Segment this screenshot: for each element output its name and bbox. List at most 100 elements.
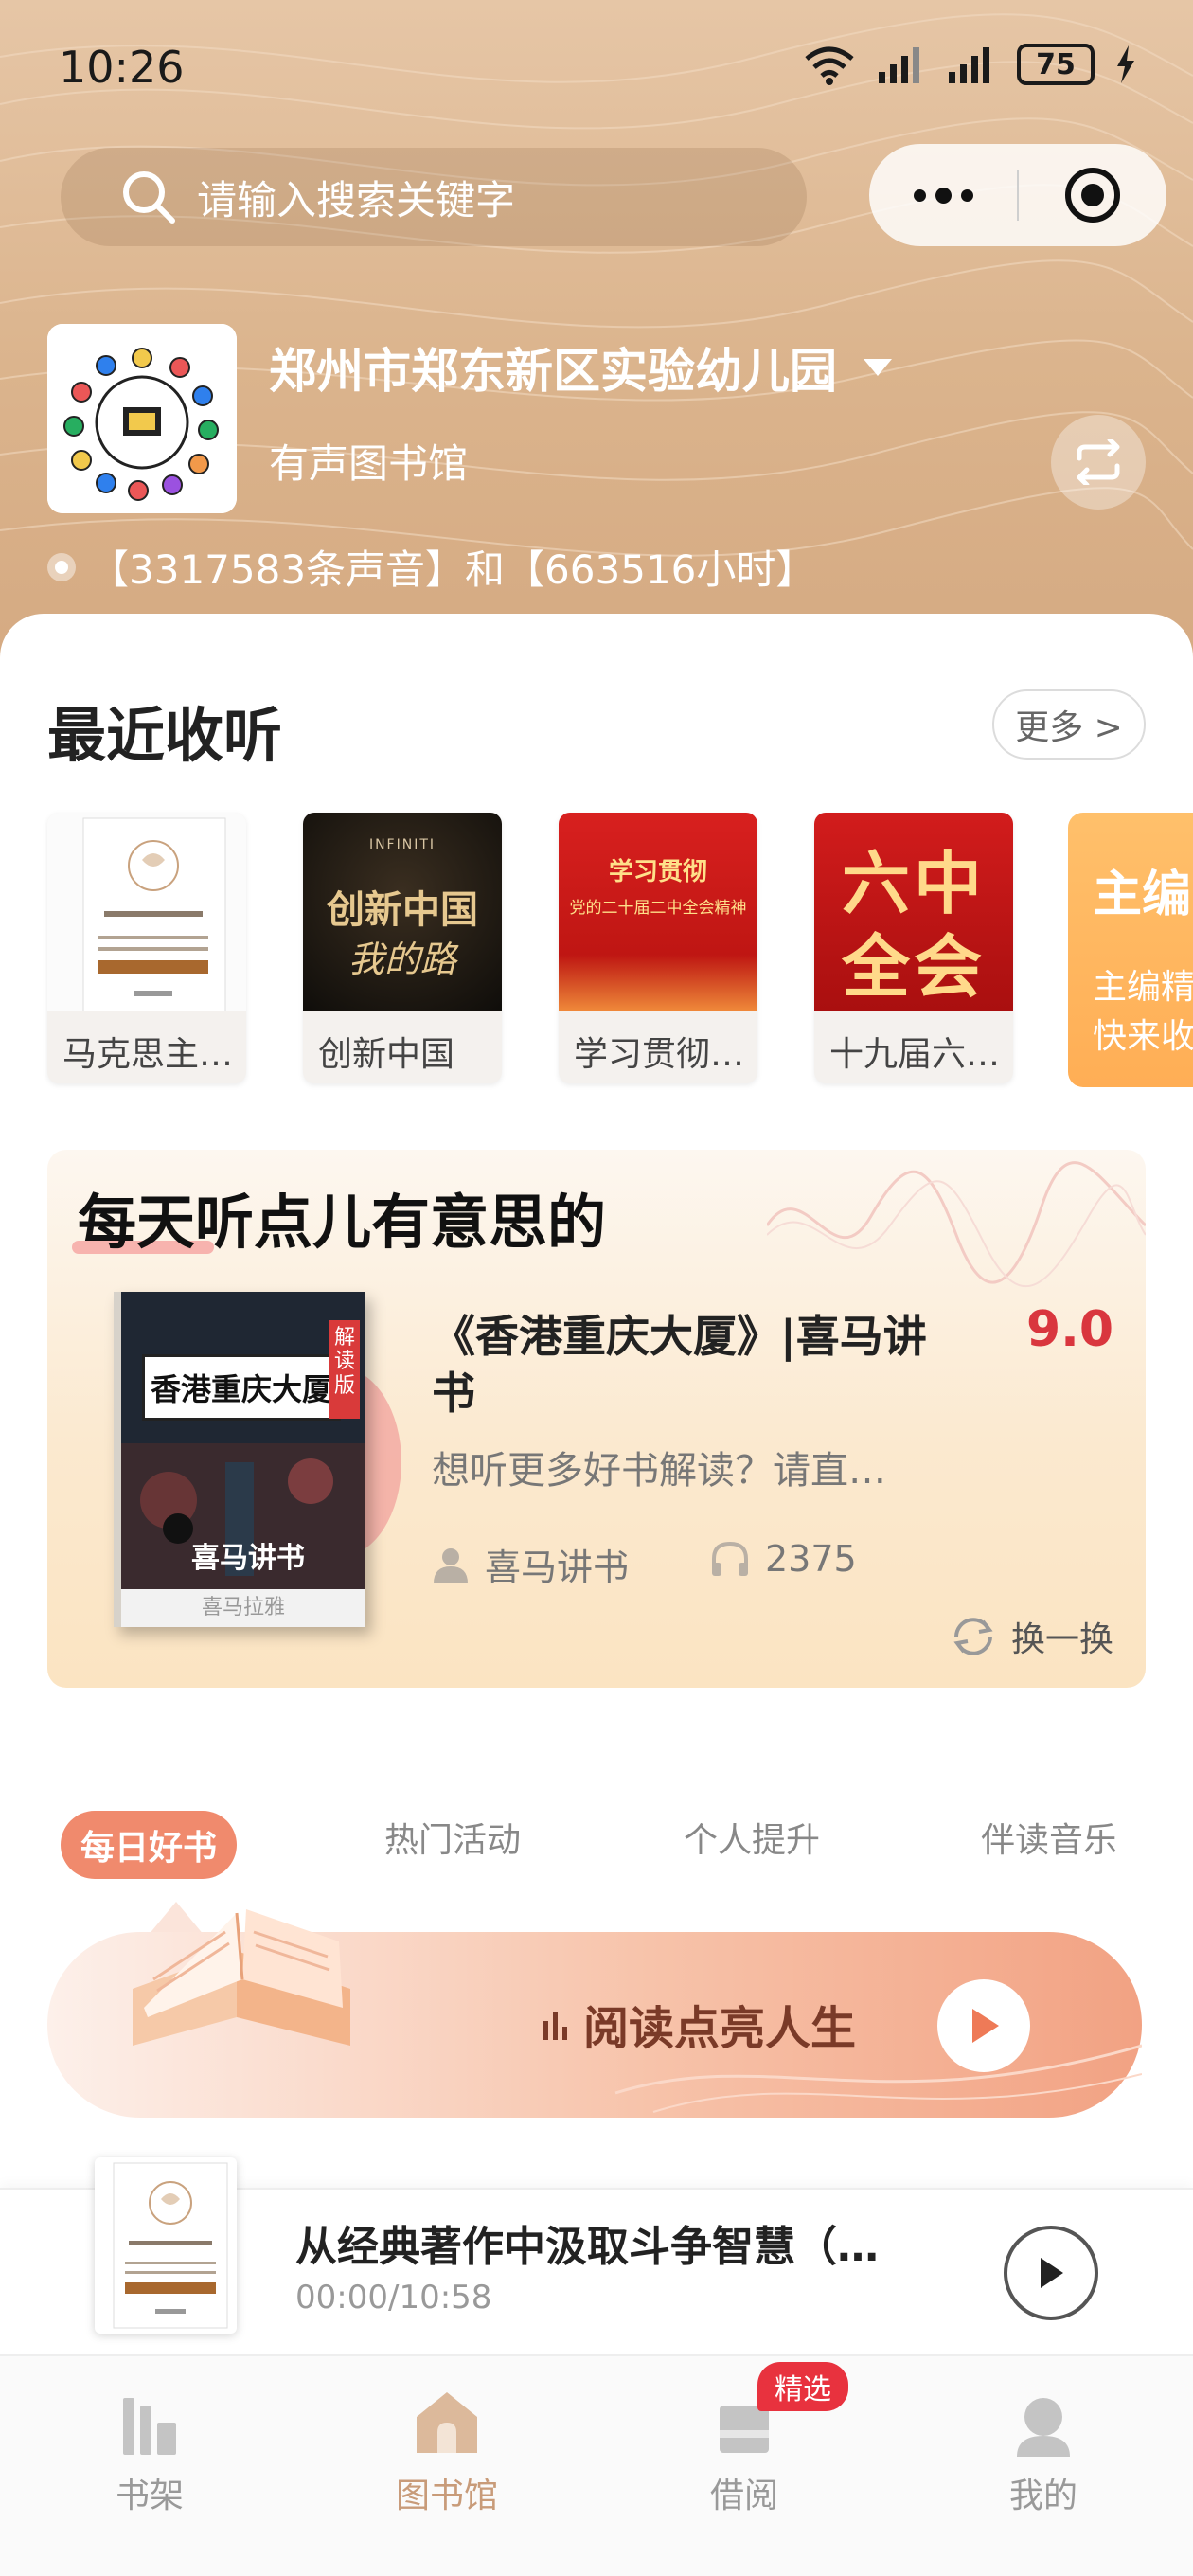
dot-icon (960, 188, 973, 202)
bookshelf-icon (119, 2385, 180, 2457)
daily-book-cover[interactable]: 香港重庆大厦 解读版 喜马讲书 喜马拉雅 (114, 1292, 365, 1627)
status-bar: 10:26 75 (0, 0, 1193, 133)
search-icon (123, 171, 175, 224)
bullet-icon (47, 552, 76, 581)
banner-play-button[interactable] (937, 1979, 1030, 2072)
banner-text: 阅读点亮人生 (542, 1991, 856, 2057)
search-placeholder: 请输入搜索关键字 (197, 176, 516, 224)
library-icon (413, 2385, 481, 2457)
nav-label: 借阅 (709, 2477, 778, 2515)
recent-item-label: 马克思主… (62, 1035, 234, 1074)
nav-label: 书架 (115, 2477, 184, 2515)
recent-cover (47, 813, 246, 1011)
search-input[interactable]: 请输入搜索关键字 (61, 148, 807, 246)
cover-brand: INFINITI (368, 837, 436, 852)
daily-author-name: 喜马讲书 (485, 1547, 630, 1588)
recent-cover: INFINITI 创新中国 我的路 (303, 813, 502, 1011)
nav-featured-badge: 精选 (757, 2362, 848, 2411)
book-cover-image (82, 817, 226, 1011)
audio-bars-icon (543, 2012, 567, 2040)
daily-book-title[interactable]: 《香港重庆大厦》|喜马讲书 (432, 1309, 962, 1422)
switch-library-button[interactable] (1051, 415, 1146, 510)
library-name: 郑州市郑东新区实验幼儿园 (269, 344, 837, 399)
cover-title: 创新中国 (327, 887, 478, 932)
open-book-illustration (133, 1909, 350, 2046)
charging-icon (1117, 45, 1134, 83)
daily-plays: 2375 (710, 1538, 857, 1580)
dot-icon (935, 187, 952, 204)
play-icon (1041, 2258, 1063, 2288)
signal-icon (879, 47, 919, 83)
nav-item-mine[interactable]: 我的 (949, 2385, 1138, 2517)
recent-item-partial[interactable]: 主编 主编精 快来收 (1068, 813, 1193, 1087)
status-time: 10:26 (59, 42, 185, 93)
tab-hot-activities[interactable]: 热门活动 (384, 1813, 521, 1862)
banner-label: 阅读点亮人生 (583, 2002, 857, 2055)
close-miniprogram-button[interactable] (1019, 144, 1166, 246)
dot-icon (913, 188, 926, 202)
tab-personal-growth[interactable]: 个人提升 (684, 1813, 820, 1862)
recent-item-label: 学习贯彻… (574, 1035, 745, 1074)
recent-item[interactable]: 马克思主… (47, 813, 246, 1083)
nav-item-bookshelf[interactable]: 书架 (55, 2385, 244, 2517)
cover-subtitle: 全会 (841, 926, 986, 1007)
daily-recommend-card[interactable]: 每天听点儿有意思的 香港重庆大厦 解读版 喜马讲书 喜马拉雅 《香港重庆大厦》|… (47, 1150, 1146, 1688)
recent-cover: 六中 全会 (814, 813, 1013, 1011)
mini-player-cover (95, 2157, 237, 2334)
partial-card-line2: 快来收 (1093, 1017, 1193, 1057)
library-name-selector[interactable]: 郑州市郑东新区实验幼儿园 (269, 333, 894, 402)
recent-item[interactable]: 学习贯彻 党的二十届二中全会精神 学习贯彻… (559, 813, 757, 1083)
tab-daily-book[interactable]: 每日好书 (61, 1811, 237, 1879)
recent-item[interactable]: INFINITI 创新中国 我的路 创新中国 (303, 813, 502, 1083)
cover-subtitle: 喜马讲书 (191, 1542, 305, 1575)
cover-glow (559, 955, 757, 1011)
headphones-icon (712, 1541, 748, 1576)
partial-card-title: 主编 (1093, 867, 1192, 923)
nav-label: 图书馆 (395, 2477, 498, 2515)
daily-score: 9.0 (1026, 1301, 1114, 1358)
swap-icon (1077, 439, 1120, 485)
mini-player-play-button[interactable] (1004, 2226, 1098, 2320)
refresh-label: 换一换 (1011, 1620, 1114, 1659)
cover-publisher: 喜马拉雅 (121, 1589, 365, 1627)
library-stats: 【3317583条声音】和【663516小时】 (47, 538, 815, 596)
recent-item-label: 创新中国 (318, 1035, 455, 1074)
daily-title: 每天听点儿有意思的 (78, 1188, 607, 1257)
recent-section-title: 最近收听 (47, 701, 283, 770)
refresh-icon (953, 1618, 993, 1655)
cover-title: 香港重庆大厦 (142, 1354, 341, 1421)
recent-more-button[interactable]: 更多 > (992, 689, 1146, 760)
library-stats-text: 【3317583条声音】和【663516小时】 (89, 546, 816, 593)
wifi-icon (805, 46, 854, 85)
target-icon (1065, 168, 1120, 223)
cover-subtitle: 党的二十届二中全会精神 (569, 899, 747, 918)
daily-author: 喜马讲书 (432, 1538, 629, 1590)
recent-item[interactable]: 六中 全会 十九届六… (814, 813, 1013, 1083)
sound-wave-decoration (767, 1161, 1146, 1288)
daily-play-count: 2375 (765, 1538, 857, 1580)
tab-reading-music[interactable]: 伴读音乐 (981, 1813, 1117, 1862)
library-subtitle: 有声图书馆 (269, 440, 469, 487)
cover-title: 学习贯彻 (608, 858, 707, 886)
more-options-button[interactable] (869, 144, 1017, 246)
status-icons: 75 (803, 44, 1136, 85)
refresh-button[interactable]: 换一换 (949, 1612, 1113, 1661)
nav-label: 我的 (1008, 2477, 1077, 2515)
partial-card-line1: 主编精 (1093, 968, 1193, 1007)
play-icon (972, 2009, 999, 2043)
caret-down-icon (864, 359, 892, 376)
user-icon (434, 1547, 468, 1583)
book-cover-image (113, 2162, 228, 2329)
recent-cover: 学习贯彻 党的二十届二中全会精神 (559, 813, 757, 1011)
library-logo (47, 324, 237, 513)
profile-icon (1013, 2385, 1074, 2457)
logo-image (47, 324, 237, 513)
cover-badge: 解读版 (329, 1320, 360, 1419)
nav-item-library[interactable]: 图书馆 (352, 2385, 542, 2517)
battery-indicator: 75 (1017, 44, 1095, 85)
mini-player-title: 从经典著作中汲取斗争智慧（… (295, 2223, 879, 2271)
daily-description: 想听更多好书解读？请直… (432, 1449, 886, 1493)
mini-player-time: 00:00/10:58 (295, 2279, 492, 2317)
signal-icon-2 (949, 47, 989, 83)
cover-subtitle: 我的路 (347, 939, 456, 980)
